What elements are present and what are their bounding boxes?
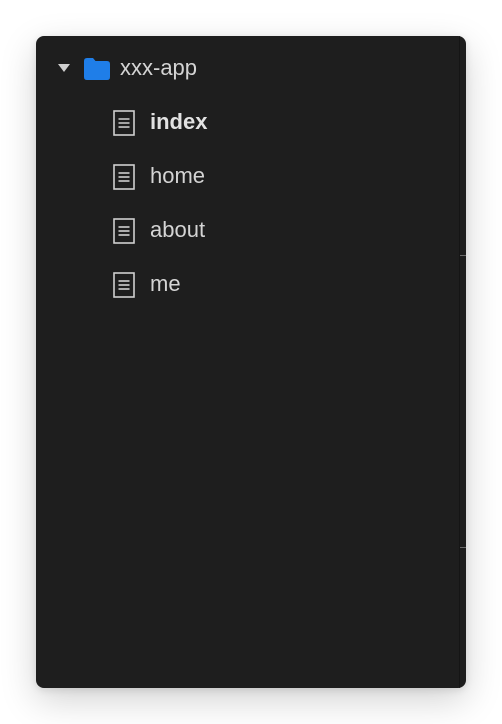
scrollbar-marker: [460, 255, 466, 256]
folder-label: xxx-app: [120, 55, 198, 80]
tree-item-about[interactable]: about: [36, 203, 454, 257]
tree-root-folder[interactable]: xxx-app: [36, 41, 454, 95]
scrollbar-track[interactable]: [459, 36, 460, 688]
file-label: me: [150, 271, 181, 296]
file-icon: [113, 272, 135, 298]
file-icon: [113, 110, 135, 136]
scrollbar-marker: [460, 547, 466, 548]
file-explorer-panel: xxx-app index home about me: [36, 36, 466, 688]
tree-item-index[interactable]: index: [36, 95, 454, 149]
file-label: about: [150, 217, 206, 242]
file-label: home: [150, 163, 206, 188]
tree-item-home[interactable]: home: [36, 149, 454, 203]
chevron-down-icon[interactable]: [58, 64, 70, 72]
file-icon: [113, 218, 135, 244]
folder-icon: [84, 58, 110, 80]
tree-item-me[interactable]: me: [36, 257, 454, 311]
file-label: index: [150, 109, 208, 134]
file-icon: [113, 164, 135, 190]
